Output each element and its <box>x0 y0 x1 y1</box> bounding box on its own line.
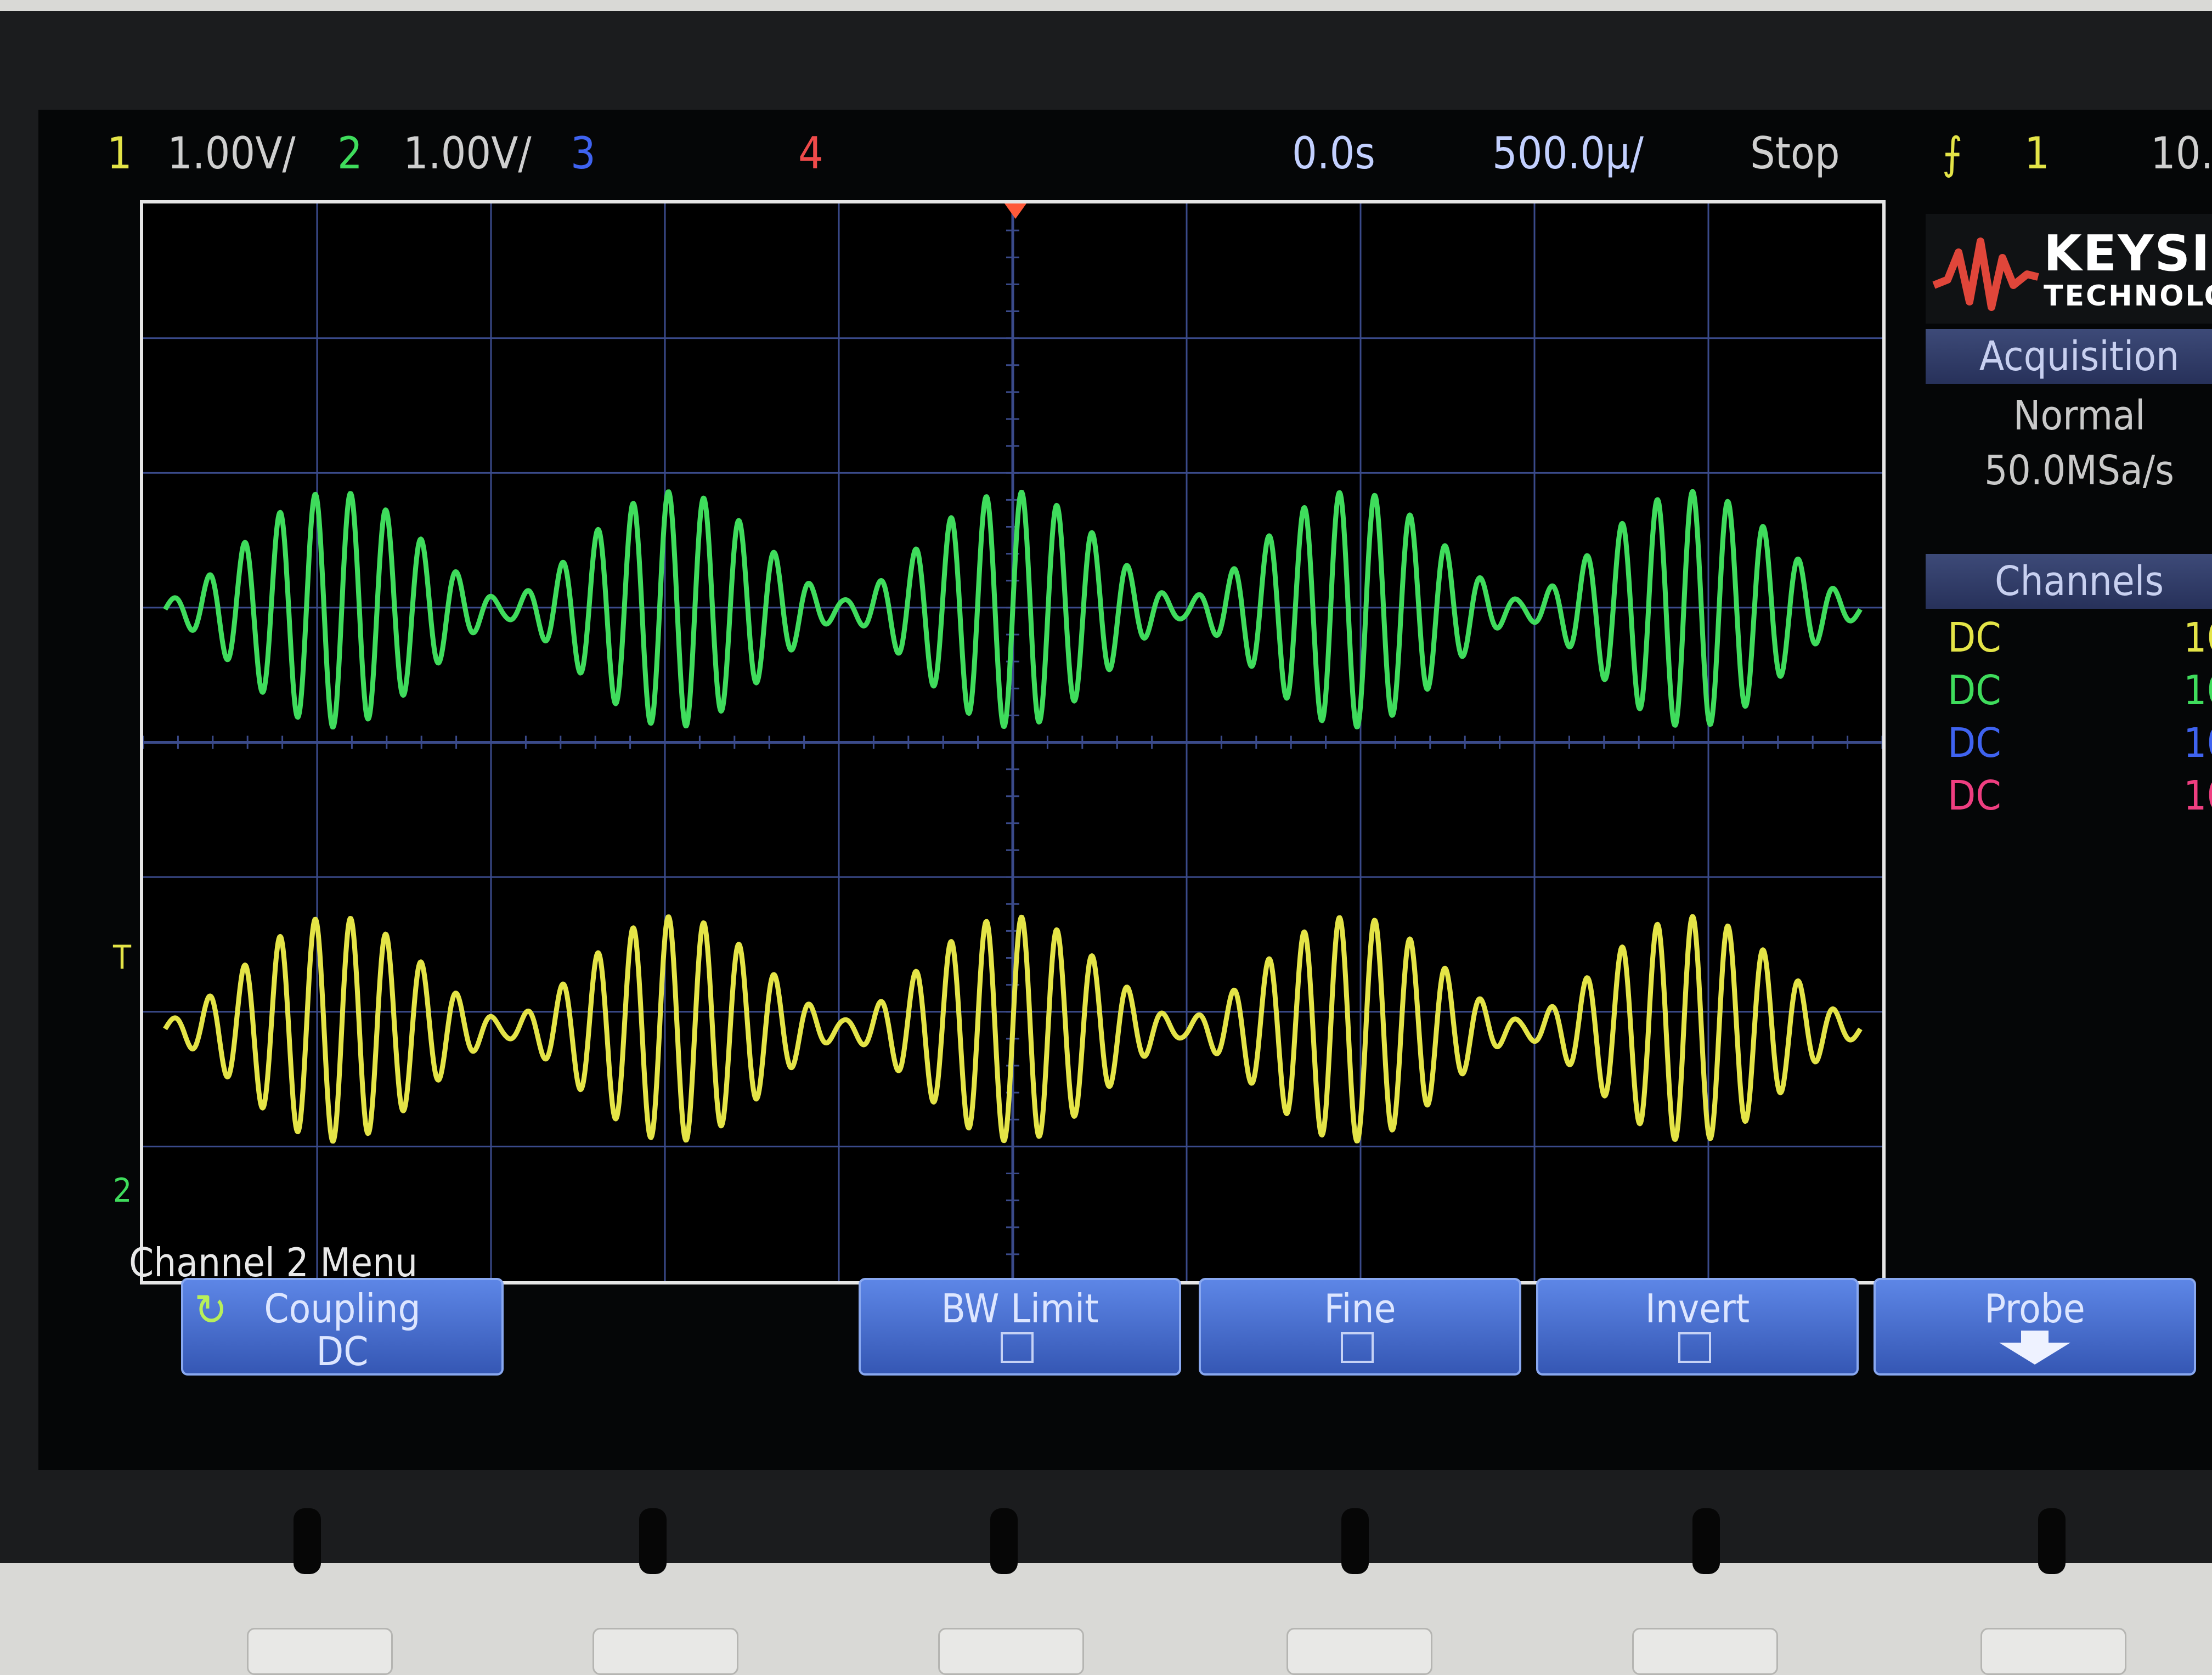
softkey-3-button[interactable] <box>990 1508 1018 1574</box>
softkey-4-button[interactable] <box>1341 1508 1369 1574</box>
waveform-graticule: T 2 <box>113 200 1886 1284</box>
bw-limit-checkbox[interactable] <box>1001 1332 1034 1363</box>
coupling-label: Coupling <box>264 1286 421 1332</box>
status-bar: 1 1.00V/ 2 1.00V/ 3 4 0.0s 500.0µ/ Stop … <box>38 110 2212 197</box>
channel-row-2: DC 10. <box>1948 664 2212 717</box>
side-panel: KEYSIG TECHNOLO Acquisition Normal 50.0M… <box>1926 214 2212 938</box>
channel-scale: 10. <box>2183 667 2212 714</box>
submenu-arrow-icon <box>1999 1331 2070 1365</box>
trigger-level: 10. <box>2151 128 2212 179</box>
ch2-indicator: 2 <box>337 128 363 179</box>
softkey-6-button[interactable] <box>2038 1508 2066 1574</box>
invert-checkbox[interactable] <box>1678 1332 1711 1363</box>
acquisition-info: Normal 50.0MSa/s <box>1926 387 2212 507</box>
channel-coupling: DC <box>1948 720 2001 767</box>
channel-row-1: DC 10. <box>1948 612 2212 664</box>
ch3-indicator: 3 <box>571 128 596 179</box>
acquisition-rate: 50.0MSa/s <box>1984 447 2174 494</box>
softkey-5-button[interactable] <box>1692 1508 1720 1574</box>
fine-softkey[interactable]: Fine <box>1199 1278 1521 1376</box>
channel-coupling: DC <box>1948 667 2001 714</box>
softkey-2-button[interactable] <box>639 1508 667 1574</box>
softkey-1-button[interactable] <box>294 1508 321 1574</box>
acquisition-header: Acquisition <box>1926 329 2212 384</box>
grid-lines <box>143 203 1882 1281</box>
trigger-edge-icon: ⨍ <box>1942 128 1963 179</box>
front-panel-button[interactable] <box>938 1628 1084 1675</box>
probe-label: Probe <box>1984 1286 2085 1332</box>
ch4-indicator: 4 <box>798 128 823 179</box>
front-panel-button[interactable] <box>592 1628 738 1675</box>
channel-row-4: DC 10.0 <box>1948 769 2212 822</box>
timebase-readout: 500.0µ/ <box>1492 128 1644 179</box>
oscilloscope-bezel: 1 1.00V/ 2 1.00V/ 3 4 0.0s 500.0µ/ Stop … <box>0 11 2212 1563</box>
channel-scale: 10. <box>2183 614 2212 661</box>
run-state: Stop <box>1750 128 1840 179</box>
ch2-scale: 1.00V/ <box>403 128 532 179</box>
invert-label: Invert <box>1645 1286 1750 1332</box>
trigger-source: 1 <box>2024 128 2050 179</box>
channel-coupling: DC <box>1948 614 2001 661</box>
front-panel-button[interactable] <box>247 1628 393 1675</box>
coupling-value: DC <box>316 1328 369 1374</box>
front-panel-button[interactable] <box>1980 1628 2126 1675</box>
coupling-softkey[interactable]: ↻ Coupling DC <box>181 1278 504 1376</box>
channel-row-3: DC 10. <box>1948 717 2212 769</box>
fine-checkbox[interactable] <box>1341 1332 1374 1363</box>
channels-header: Channels <box>1926 554 2212 609</box>
bw-limit-label: BW Limit <box>941 1286 1099 1332</box>
brand-logo: KEYSIG TECHNOLO <box>1926 214 2212 324</box>
brand-name: KEYSIG <box>2044 225 2212 282</box>
trigger-position-marker <box>1005 203 1026 219</box>
bw-limit-softkey[interactable]: BW Limit <box>859 1278 1181 1376</box>
ch1-indicator: 1 <box>107 128 132 179</box>
ch1-scale: 1.00V/ <box>167 128 296 179</box>
fine-label: Fine <box>1324 1286 1396 1332</box>
channel-scale: 10.0 <box>2183 772 2212 819</box>
delay-readout: 0.0s <box>1292 128 1375 179</box>
keysight-wave-icon <box>1932 237 2039 311</box>
invert-softkey[interactable]: Invert <box>1536 1278 1859 1376</box>
front-panel-button[interactable] <box>1632 1628 1778 1675</box>
front-panel-button[interactable] <box>1286 1628 1432 1675</box>
acquisition-mode: Normal <box>2013 392 2146 439</box>
channels-list: DC 10. DC 10. DC 10. DC 10.0 <box>1926 612 2212 825</box>
waveform-plot <box>143 203 1882 1281</box>
ch2-ground-marker: 2 <box>113 1172 132 1210</box>
brand-subtitle: TECHNOLO <box>2044 280 2212 313</box>
channel-scale: 10. <box>2183 720 2212 767</box>
trigger-level-marker: T <box>113 938 131 977</box>
channel-coupling: DC <box>1948 772 2001 819</box>
probe-softkey[interactable]: Probe <box>1874 1278 2196 1376</box>
